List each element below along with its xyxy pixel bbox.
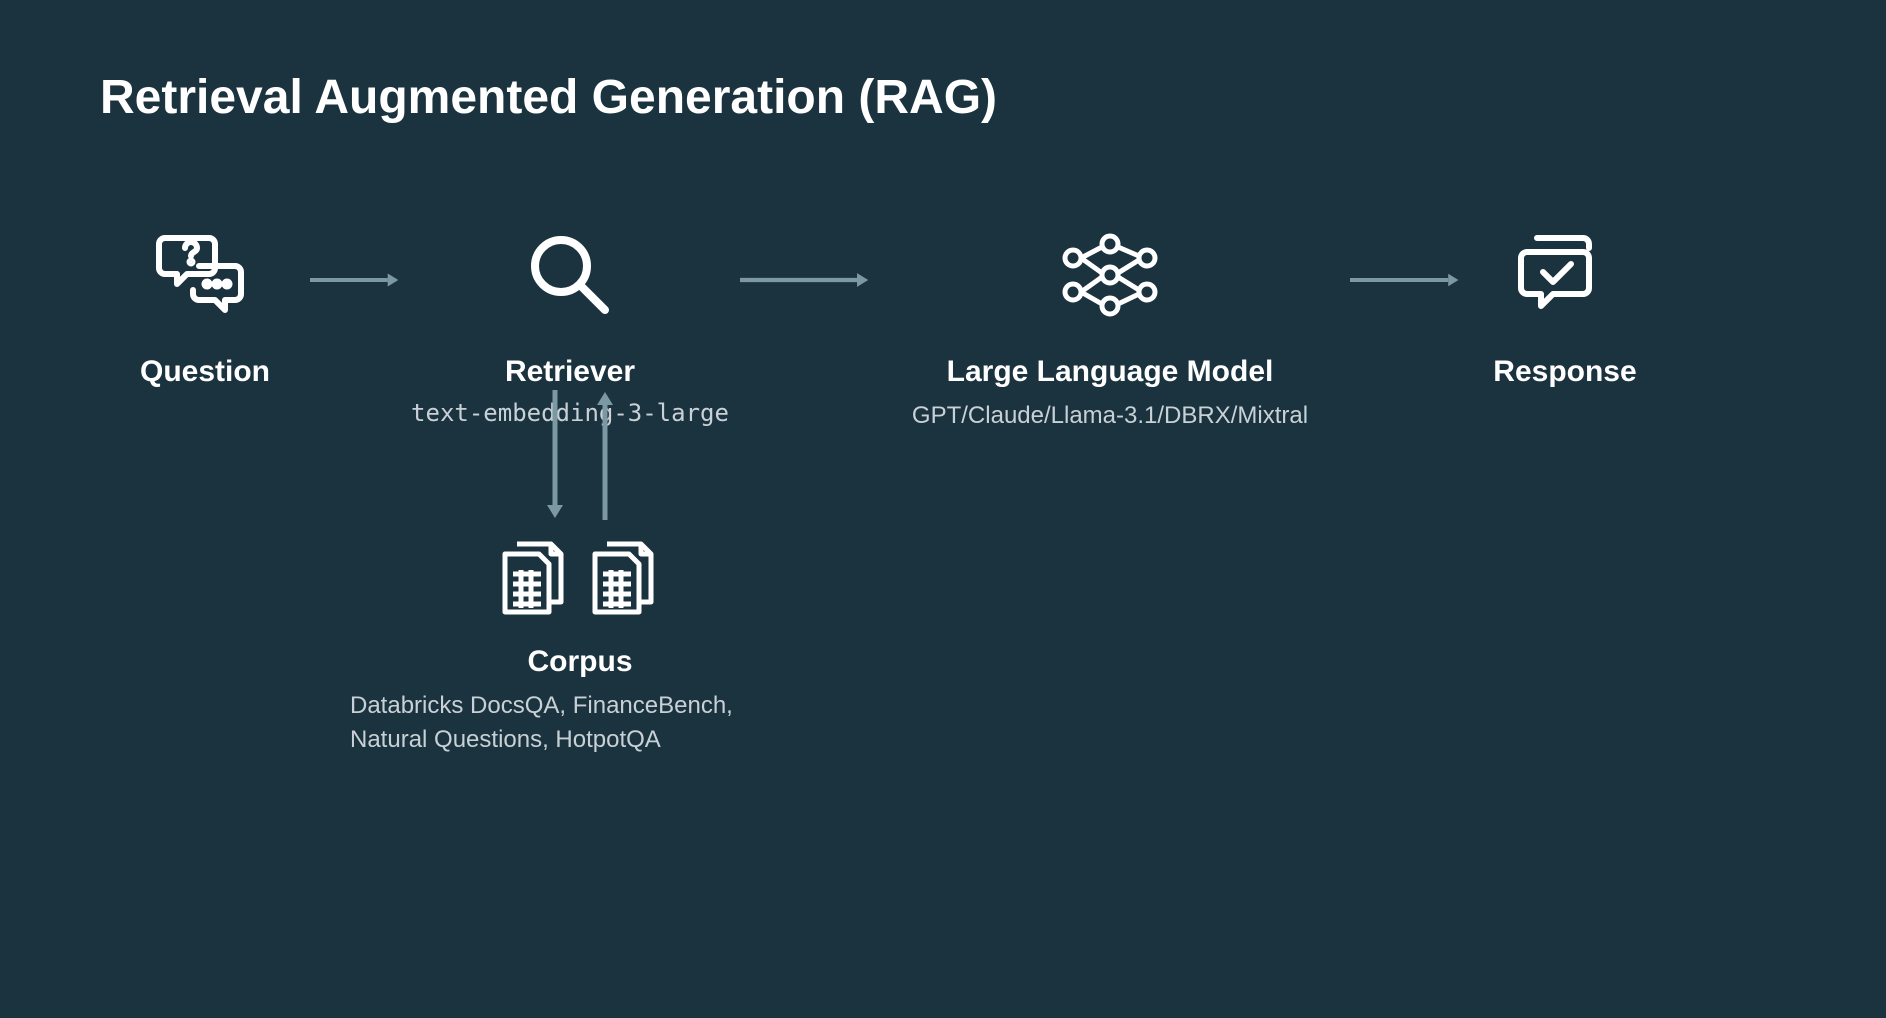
arrow-icon [740,270,870,290]
documents-icon [499,540,571,620]
chat-check-icon [1515,225,1615,325]
corpus-label: Corpus [528,645,633,679]
question-node: Question [100,225,310,399]
arrow-icon [310,270,400,290]
magnifier-icon [525,225,615,325]
page-title: Retrieval Augmented Generation (RAG) [100,70,1786,125]
corpus-sublabel: Databricks DocsQA, FinanceBench, Natural… [350,689,810,756]
chat-question-icon [155,225,255,325]
llm-node: Large Language Model GPT/Claude/Llama-3.… [870,225,1350,433]
retriever-label: Retriever [505,355,635,389]
documents-icon [589,540,661,620]
response-label: Response [1493,355,1636,389]
arrow-icon [1350,270,1460,290]
arrow-down-icon [545,390,565,520]
question-label: Question [140,355,270,389]
llm-sublabel: GPT/Claude/Llama-3.1/DBRX/Mixtral [912,399,1308,433]
llm-label: Large Language Model [947,355,1274,389]
corpus-node: Corpus Databricks DocsQA, FinanceBench, … [320,390,840,756]
response-node: Response [1460,225,1670,399]
neural-network-icon [1055,225,1165,325]
arrow-up-icon [595,390,615,520]
